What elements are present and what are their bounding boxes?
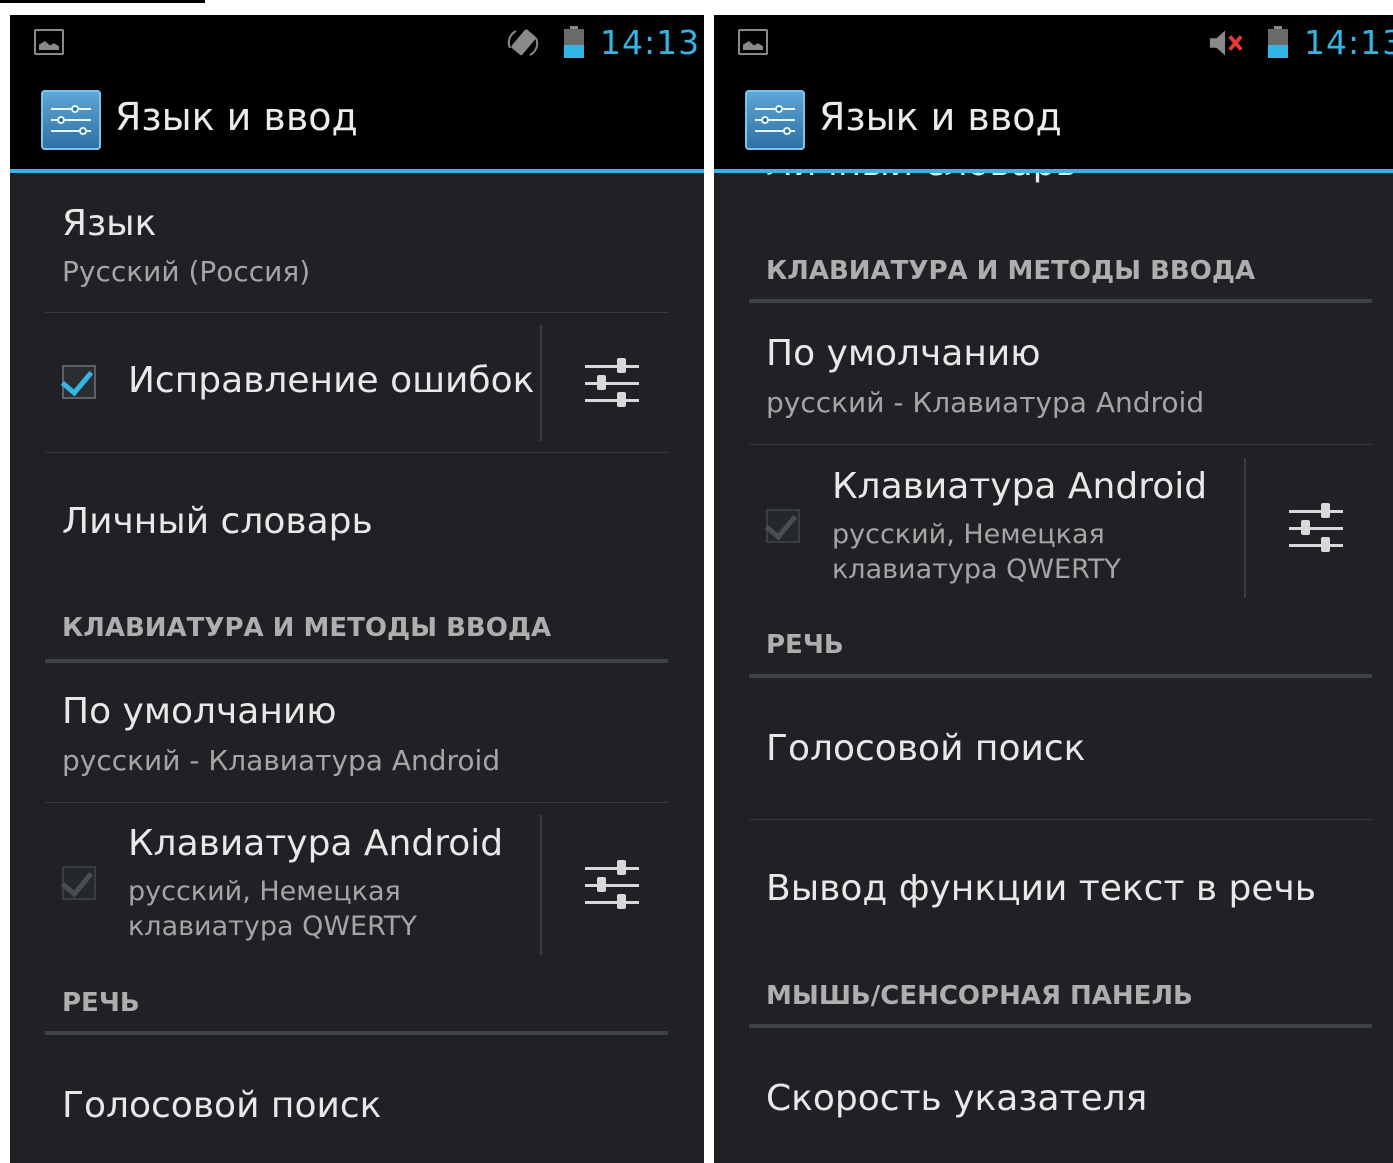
spellcheck-checkbox[interactable] (60, 362, 96, 399)
settings-app-icon[interactable] (41, 90, 101, 150)
muted-volume-icon (1209, 30, 1243, 56)
page-title: Язык и ввод (819, 95, 1062, 139)
gallery-notification-icon (738, 29, 768, 55)
default-title: По умолчанию (766, 333, 1041, 374)
language-summary: Русский (Россия) (62, 255, 311, 288)
section-header-keyboard: КЛАВИАТУРА И МЕТОДЫ ВВОДА (766, 256, 1256, 286)
dictionary-item[interactable]: Личный словарь (62, 501, 373, 542)
tts-output-item[interactable]: Вывод функции текст в речь (766, 868, 1316, 909)
android-keyboard-summary-2: клавиатура QWERTY (832, 554, 1121, 585)
dictionary-item-partial[interactable]: Личный словарь (766, 173, 1077, 184)
settings-list: Личный словарь КЛАВИАТУРА И МЕТОДЫ ВВОДА… (714, 173, 1393, 1163)
section-line (45, 1031, 668, 1035)
vertical-separator (1244, 458, 1246, 598)
android-keyboard-title: Клавиатура Android (832, 466, 1208, 507)
android-keyboard-checkbox[interactable] (60, 863, 96, 900)
default-summary: русский - Клавиатура Android (766, 386, 1205, 419)
status-bar: 14:13 (10, 15, 704, 71)
spellcheck-title: Исправление ошибок (128, 360, 535, 401)
section-header-speech: РЕЧЬ (766, 630, 844, 660)
android-keyboard-checkbox[interactable] (764, 506, 800, 543)
divider (45, 312, 668, 313)
android-keyboard-summary-1: русский, Немецкая (128, 876, 401, 907)
auto-rotate-icon (507, 29, 539, 56)
voice-search-item[interactable]: Голосовой поиск (766, 728, 1085, 769)
divider (749, 444, 1372, 445)
settings-list: Язык Русский (Россия) Исправление ошибок… (10, 173, 704, 1163)
battery-icon (564, 26, 584, 58)
section-line (749, 1024, 1372, 1028)
android-keyboard-summary-1: русский, Немецкая (832, 519, 1105, 550)
section-header-speech: РЕЧЬ (62, 988, 140, 1018)
section-header-mouse: МЫШЬ/СЕНСОРНАЯ ПАНЕЛЬ (766, 981, 1193, 1011)
section-line (45, 659, 668, 663)
vertical-separator (540, 815, 542, 955)
battery-icon (1268, 26, 1288, 58)
gallery-notification-icon (34, 29, 64, 55)
language-title: Язык (62, 203, 157, 244)
pointer-speed-item[interactable]: Скорость указателя (766, 1078, 1147, 1119)
status-time: 14:13 (600, 23, 701, 62)
right-phone-screen: 14:13 Язык и ввод Личный словарь КЛАВИАТ… (714, 15, 1393, 1163)
android-keyboard-settings-icon[interactable] (585, 859, 639, 913)
section-line (749, 299, 1372, 303)
section-line (749, 674, 1372, 678)
android-keyboard-title: Клавиатура Android (128, 823, 504, 864)
default-title: По умолчанию (62, 691, 337, 732)
spellcheck-settings-icon[interactable] (585, 357, 639, 411)
divider (749, 819, 1372, 820)
page-title: Язык и ввод (115, 95, 358, 139)
voice-search-item[interactable]: Голосовой поиск (62, 1085, 381, 1126)
android-keyboard-settings-icon[interactable] (1289, 502, 1343, 556)
divider (45, 802, 668, 803)
section-header-keyboard: КЛАВИАТУРА И МЕТОДЫ ВВОДА (62, 613, 552, 643)
status-bar: 14:13 (714, 15, 1393, 71)
android-keyboard-summary-2: клавиатура QWERTY (128, 911, 417, 942)
left-phone-screen: 14:13 Язык и ввод Язык Русский (Россия) … (10, 15, 704, 1163)
status-time: 14:13 (1304, 23, 1393, 62)
top-edge-bar (0, 0, 205, 3)
divider (45, 452, 668, 453)
action-bar: Язык и ввод (714, 71, 1393, 173)
default-summary: русский - Клавиатура Android (62, 744, 501, 777)
action-bar: Язык и ввод (10, 71, 704, 173)
vertical-separator (540, 325, 542, 441)
settings-app-icon[interactable] (745, 90, 805, 150)
